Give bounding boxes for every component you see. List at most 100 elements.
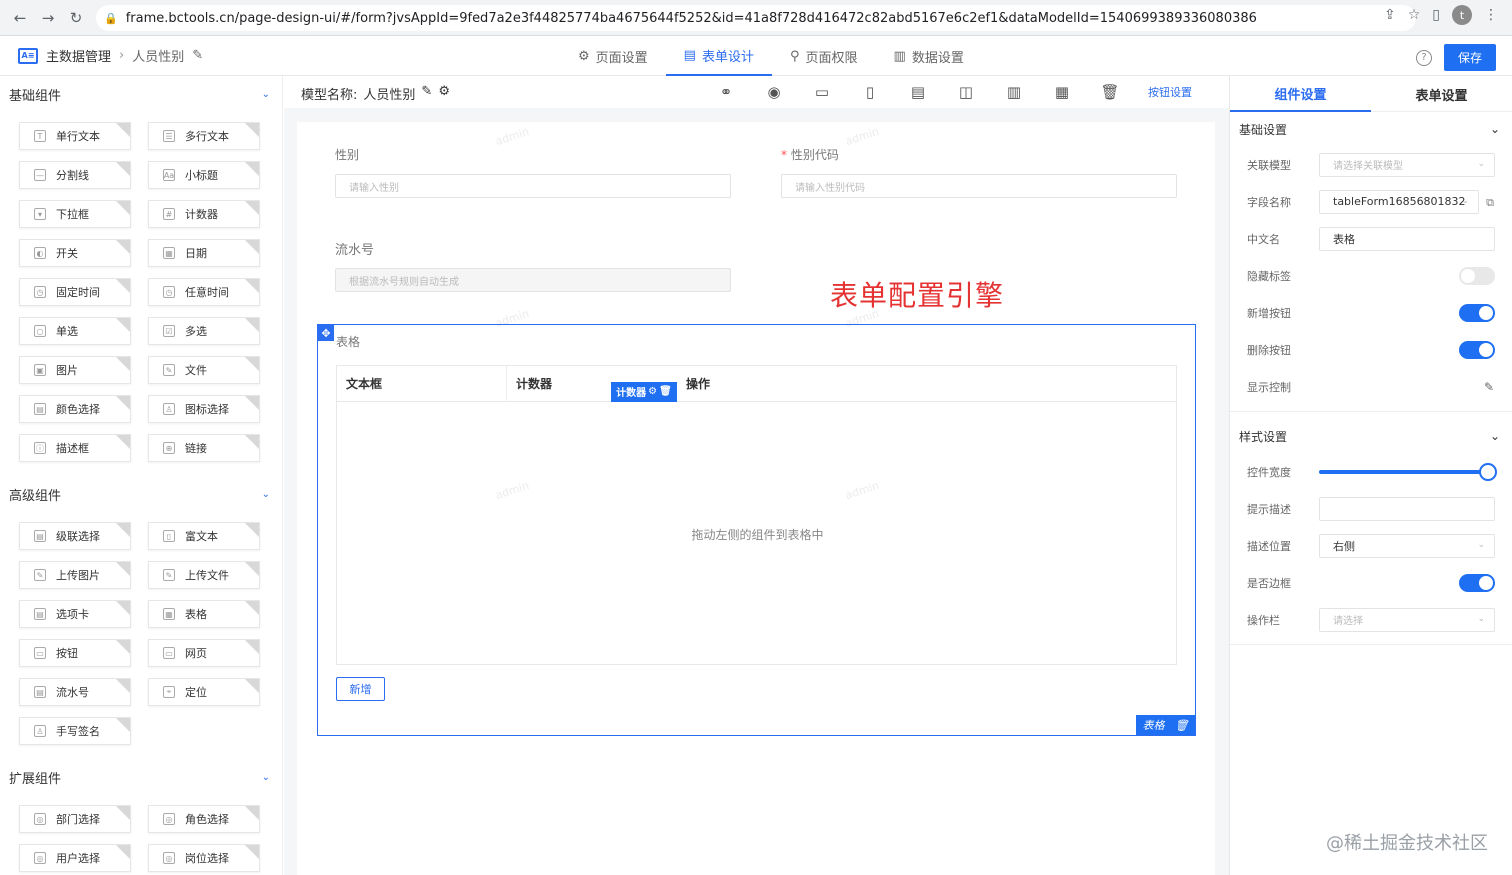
component-item[interactable]: ▦ 表格: [148, 600, 260, 628]
component-item[interactable]: ◎ 用户选择: [19, 844, 131, 872]
tab-page-settings[interactable]: ⚙ 页面设置: [560, 36, 666, 76]
preview-eye-icon[interactable]: ◉: [764, 82, 784, 102]
sidebar-icon[interactable]: ▯: [1432, 7, 1440, 23]
tab-data-settings[interactable]: ▥ 数据设置: [876, 36, 982, 76]
table-component[interactable]: ✥ 表格 文本框 计数器 计数器 ⚙ 🗑 操作 拖动左侧的组件到表格中 新增 表…: [317, 324, 1196, 736]
gear-icon[interactable]: ⚙: [438, 84, 450, 103]
tab-page-permission[interactable]: ⚲ 页面权限: [772, 36, 876, 76]
component-item[interactable]: ♙ 图标选择: [148, 395, 260, 423]
component-item[interactable]: ◎ 岗位选择: [148, 844, 260, 872]
hide-label-toggle[interactable]: [1459, 266, 1495, 285]
table-badge[interactable]: 表格 🗑: [1136, 715, 1195, 735]
breadcrumb-current: 人员性别: [132, 50, 185, 65]
component-item[interactable]: ✎ 上传图片: [19, 561, 131, 589]
component-item[interactable]: ▯ 富文本: [148, 522, 260, 550]
forward-icon[interactable]: →: [34, 9, 62, 27]
component-item[interactable]: ◷ 任意时间: [148, 278, 260, 306]
edit-icon[interactable]: ✎: [421, 84, 432, 103]
two-column-icon[interactable]: ◫: [956, 82, 976, 102]
section-header[interactable]: 基础组件 ⌄: [0, 76, 282, 112]
component-item[interactable]: ☰ 多行文本: [148, 122, 260, 150]
component-item[interactable]: ◎ 角色选择: [148, 805, 260, 833]
tab-component-settings[interactable]: 组件设置: [1230, 76, 1371, 112]
component-item[interactable]: ♙ 手写签名: [19, 717, 131, 745]
edit-icon[interactable]: ✎: [192, 48, 203, 63]
component-item[interactable]: T 单行文本: [19, 122, 131, 150]
component-item[interactable]: ✎ 上传文件: [148, 561, 260, 589]
component-item[interactable]: ▤ 级联选择: [19, 522, 131, 550]
desc-position-select[interactable]: 右侧 ⌄: [1319, 533, 1495, 558]
cn-name-input[interactable]: 表格: [1319, 226, 1495, 251]
component-icon: T: [34, 130, 46, 142]
basic-settings-header[interactable]: 基础设置 ⌄: [1230, 112, 1512, 146]
save-button[interactable]: 保存: [1443, 44, 1496, 71]
tab-form-design[interactable]: ▤ 表单设计: [665, 36, 772, 76]
field-name-select[interactable]: tableForm16856801832 ⌄: [1319, 189, 1479, 214]
column-textbox[interactable]: 文本框: [337, 365, 507, 402]
tip-input[interactable]: [1319, 496, 1495, 521]
help-icon[interactable]: ?: [1415, 49, 1432, 66]
three-column-icon[interactable]: ▥: [1004, 82, 1024, 102]
component-item[interactable]: ▤ 颜色选择: [19, 395, 131, 423]
trash-icon[interactable]: 🗑: [659, 386, 672, 397]
section-header[interactable]: 扩展组件 ⌄: [0, 759, 282, 795]
share-icon[interactable]: ⇪: [1384, 7, 1396, 23]
component-item[interactable]: Aa 小标题: [148, 161, 260, 189]
desktop-view-icon[interactable]: ▭: [812, 82, 832, 102]
slider-knob[interactable]: [1479, 463, 1497, 481]
component-item[interactable]: ▾ 下拉框: [19, 200, 131, 228]
menu-icon[interactable]: ⋮: [1484, 7, 1498, 23]
mobile-view-icon[interactable]: ▯: [860, 82, 880, 102]
four-column-icon[interactable]: ▦: [1052, 82, 1072, 102]
component-item[interactable]: — 分割线: [19, 161, 131, 189]
avatar[interactable]: t: [1452, 5, 1472, 25]
component-item[interactable]: ▦ 日期: [148, 239, 260, 267]
tip-label: 提示描述: [1247, 502, 1291, 516]
component-item[interactable]: ▭ 网页: [148, 639, 260, 667]
add-button-toggle[interactable]: [1459, 303, 1495, 322]
component-item[interactable]: ☑ 多选: [148, 317, 260, 345]
delete-button-toggle[interactable]: [1459, 340, 1495, 359]
component-item[interactable]: ◎ 部门选择: [19, 805, 131, 833]
move-handle-icon[interactable]: ✥: [318, 325, 334, 341]
link-icon[interactable]: ⚭: [716, 82, 736, 102]
back-icon[interactable]: ←: [6, 9, 34, 27]
style-settings-header[interactable]: 样式设置 ⌄: [1230, 419, 1512, 453]
address-bar[interactable]: 🔒 frame.bctools.cn/page-design-ui/#/form…: [96, 5, 1416, 31]
border-toggle[interactable]: [1459, 573, 1495, 592]
component-item[interactable]: ◐ 开关: [19, 239, 131, 267]
component-item[interactable]: ▭ 按钮: [19, 639, 131, 667]
gender-code-input[interactable]: 请输入性别代码: [781, 174, 1177, 198]
gender-input[interactable]: 请输入性别: [335, 174, 731, 198]
reload-icon[interactable]: ↻: [62, 9, 90, 27]
section-header[interactable]: 高级组件 ⌄: [0, 476, 282, 512]
component-item[interactable]: ✎ 文件: [148, 356, 260, 384]
tab-form-settings[interactable]: 表单设置: [1371, 76, 1512, 112]
component-item[interactable]: ⓘ 描述框: [19, 434, 131, 462]
gear-icon[interactable]: ⚙: [648, 386, 657, 397]
component-item[interactable]: ⌖ 定位: [148, 678, 260, 706]
column-counter[interactable]: 计数器 计数器 ⚙ 🗑: [507, 366, 677, 402]
width-slider[interactable]: [1319, 463, 1497, 481]
button-settings-link[interactable]: 按钮设置: [1148, 84, 1192, 100]
star-icon[interactable]: ☆: [1408, 7, 1421, 23]
model-name: 人员性别: [363, 88, 416, 103]
edit-icon[interactable]: ✎: [1484, 380, 1494, 394]
trash-icon[interactable]: 🗑: [1175, 719, 1189, 732]
component-item[interactable]: ◷ 固定时间: [19, 278, 131, 306]
component-item[interactable]: ○ 单选: [19, 317, 131, 345]
component-item[interactable]: ▣ 图片: [19, 356, 131, 384]
trash-icon[interactable]: 🗑: [1100, 82, 1120, 102]
related-model-select[interactable]: 请选择关联模型 ⌄: [1319, 152, 1495, 177]
component-item[interactable]: ▤ 选项卡: [19, 600, 131, 628]
add-row-button[interactable]: 新增: [336, 677, 385, 701]
component-icon: #: [163, 208, 175, 220]
serial-input[interactable]: 根据流水号规则自动生成: [335, 268, 731, 292]
op-column-select[interactable]: 请选择 ⌄: [1319, 607, 1495, 632]
selected-column-chip[interactable]: 计数器 ⚙ 🗑: [611, 381, 677, 402]
one-column-icon[interactable]: ▤: [908, 82, 928, 102]
component-item[interactable]: # 计数器: [148, 200, 260, 228]
copy-icon[interactable]: ⧉: [1486, 196, 1494, 210]
component-item[interactable]: ⊕ 链接: [148, 434, 260, 462]
component-item[interactable]: ▤ 流水号: [19, 678, 131, 706]
